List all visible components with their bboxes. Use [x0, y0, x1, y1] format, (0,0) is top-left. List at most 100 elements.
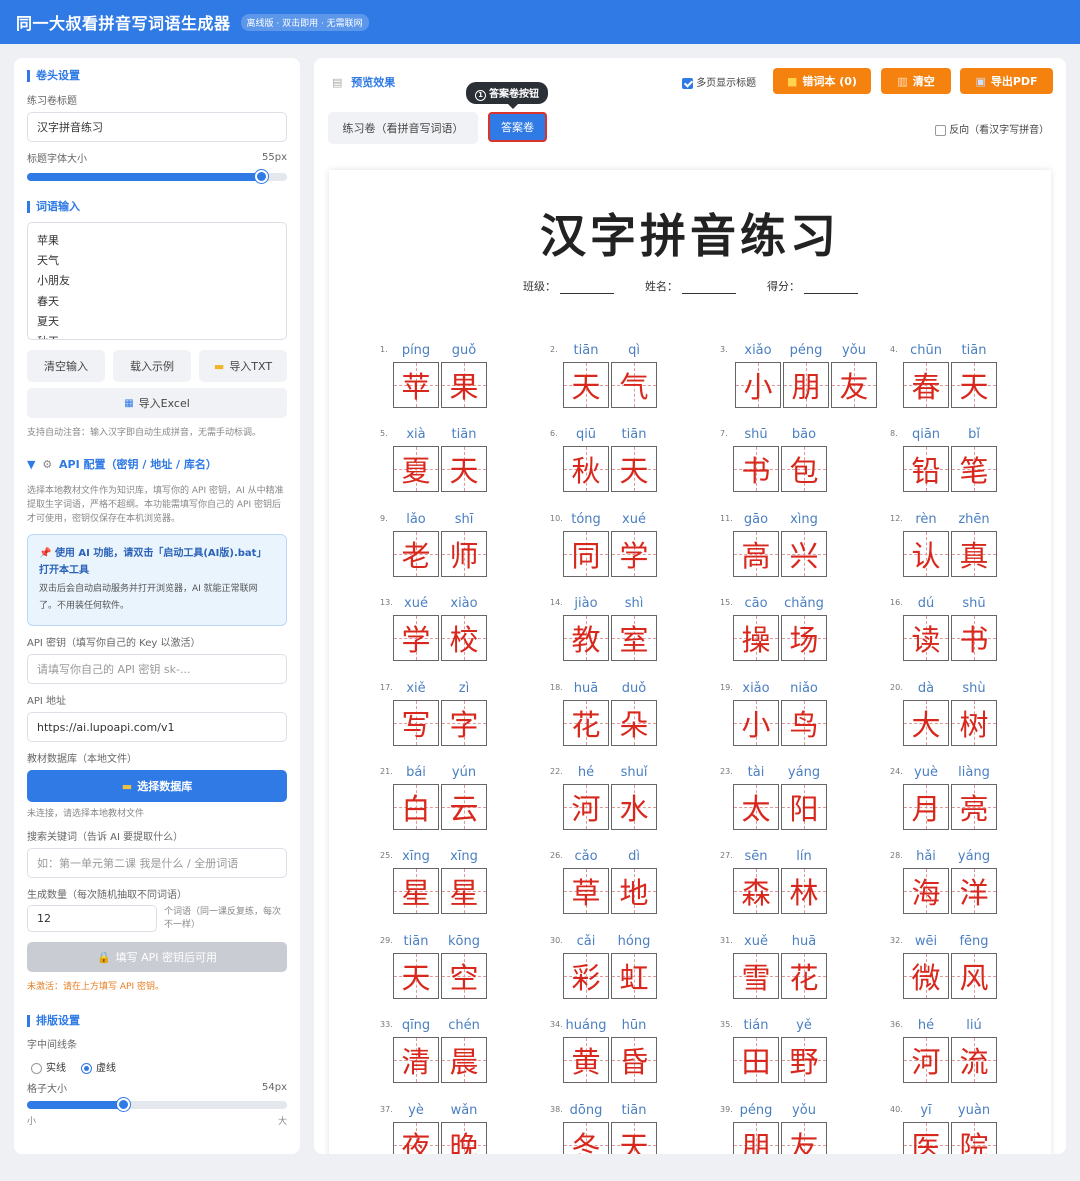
tianzige-box: 果 — [441, 362, 487, 408]
char-group: dú 读 shū 书 — [902, 593, 998, 662]
char-column: dú 读 — [902, 593, 950, 662]
tianzige-box: 场 — [781, 615, 827, 662]
hanzi-answer: 冬 — [571, 1129, 601, 1154]
pinyin-label: xīng — [450, 849, 478, 865]
char-column: xīng 星 — [392, 846, 440, 915]
load-example-button[interactable]: 载入示例 — [113, 350, 191, 382]
char-column: yún 云 — [440, 762, 488, 830]
slider-knob[interactable] — [117, 1098, 131, 1111]
pinyin-label: dà — [917, 680, 935, 696]
preview-title-label: 预览效果 — [351, 76, 396, 89]
char-group: xīng 星 xīng 星 — [392, 846, 488, 915]
word-number: 24. — [890, 766, 903, 776]
radio-dashed[interactable]: 虚线 — [81, 1059, 116, 1074]
clear-input-button[interactable]: 清空输入 — [27, 350, 105, 382]
tianzige-box: 空 — [441, 952, 487, 999]
pinyin-label: huā — [791, 933, 817, 949]
clear-preview-button[interactable]: ▥ 清空 — [881, 68, 951, 94]
radio-solid[interactable]: 实线 — [31, 1059, 66, 1074]
word-number: 25. — [380, 851, 393, 861]
pinyin-label: tài — [747, 764, 765, 780]
cell-size-slider[interactable] — [27, 1098, 287, 1111]
tianzige-box: 树 — [951, 699, 997, 746]
keyword-input[interactable]: 如：第一单元第二课 我是什么 / 全册词语 — [27, 848, 287, 878]
char-column: xià 夏 — [392, 424, 440, 493]
word-number: 35. — [720, 1020, 733, 1030]
export-pdf-button[interactable]: ▣ 导出PDF — [960, 68, 1053, 94]
api-config-toggle[interactable]: ▼ ⚙ API 配置（密钥 / 地址 / 库名） — [27, 456, 287, 472]
word-input-textarea[interactable]: 苹果天气小朋友春天夏天秋天 — [27, 222, 287, 340]
pinyin-label: cǎo — [574, 849, 598, 865]
pinyin-label: cāo — [744, 596, 768, 612]
app-header: 同一大叔看拼音写词语生成器 离线版 · 双击即用 · 无需联网 — [0, 0, 1080, 44]
api-key-input[interactable]: 请填写你自己的 API 密钥 sk-... — [27, 654, 287, 684]
paper-title-input[interactable]: 汉字拼音练习 — [27, 112, 287, 142]
pinyin-label: tiān — [403, 933, 429, 949]
pinyin-label: tiān — [621, 1102, 647, 1118]
word-item: 1. píng 苹 guǒ 果 — [376, 340, 546, 424]
line-style-label: 字中间线条 — [27, 1040, 77, 1051]
char-column: wǎn 晚 — [440, 1100, 488, 1154]
word-number: 22. — [550, 766, 563, 776]
pinyin-label: yuàn — [957, 1102, 991, 1118]
pinyin-label: gāo — [743, 511, 769, 527]
ai-tip-desc: 双击后会自动启动服务并打开浏览器，AI 就能正常联网了。不用装任何软件。 — [39, 584, 258, 611]
word-item: 25. xīng 星 xīng 星 — [376, 846, 546, 930]
char-column: yě 野 — [780, 1015, 828, 1084]
tianzige-box: 花 — [781, 952, 827, 999]
pinyin-label: xīng — [402, 849, 430, 865]
title-font-size-slider[interactable] — [27, 170, 287, 183]
pinyin-label: hūn — [621, 1018, 647, 1034]
ai-generate-button[interactable]: 🔒 填写 API 密钥后可用 — [27, 942, 287, 972]
char-column: sēn 森 — [732, 846, 780, 915]
tianzige-box: 天 — [611, 1121, 657, 1154]
reverse-mode-checkbox[interactable]: 反向（看汉字写拼音） — [935, 121, 1049, 136]
hanzi-answer: 兴 — [789, 538, 819, 573]
class-blank — [560, 293, 614, 294]
char-column: dà 大 — [902, 678, 950, 746]
word-item: 11. gāo 高 xìng 兴 — [716, 509, 886, 593]
tab-practice-sheet[interactable]: 练习卷（看拼音写词语） — [328, 112, 478, 144]
word-item: 6. qiū 秋 tiān 天 — [546, 424, 716, 508]
slider-knob[interactable] — [255, 170, 268, 183]
char-group: qiū 秋 tiān 天 — [562, 424, 658, 493]
char-column: huā 花 — [780, 931, 828, 999]
tianzige-box: 书 — [733, 446, 779, 493]
multi-page-title-checkbox[interactable]: 多页显示标题 — [682, 74, 756, 89]
pinyin-label: hé — [917, 1018, 935, 1034]
radio-circle — [31, 1062, 42, 1074]
hanzi-answer: 地 — [619, 876, 649, 911]
tianzige-box: 林 — [781, 868, 827, 915]
import-excel-button[interactable]: ▦ 导入Excel — [27, 388, 287, 418]
hanzi-answer: 夜 — [401, 1129, 431, 1154]
paper-title-label: 练习卷标题 — [27, 96, 77, 107]
tianzige-box: 河 — [903, 1037, 949, 1084]
hanzi-answer: 虹 — [619, 960, 649, 995]
tianzige-box: 校 — [441, 615, 487, 662]
char-column: yuè 月 — [902, 762, 950, 830]
tianzige-box: 朋 — [783, 362, 829, 408]
select-database-button[interactable]: ▬ 选择数据库 — [27, 770, 287, 802]
word-number: 13. — [380, 598, 393, 608]
char-group: jiào 教 shì 室 — [562, 593, 658, 662]
word-number: 11. — [720, 513, 733, 523]
printer-icon: ▣ — [975, 74, 986, 88]
api-url-input[interactable]: https://ai.lupoapi.com/v1 — [27, 712, 287, 742]
generate-count-input[interactable]: 12 — [27, 905, 157, 932]
word-number: 23. — [720, 766, 733, 776]
tianzige-box: 大 — [903, 699, 949, 746]
hanzi-answer: 秋 — [571, 454, 601, 489]
tab-answer-sheet[interactable]: 答案卷 — [488, 112, 547, 142]
hanzi-answer: 院 — [959, 1129, 989, 1154]
hanzi-answer: 洋 — [959, 876, 989, 911]
word-item: 13. xué 学 xiào 校 — [376, 593, 546, 677]
error-book-button[interactable]: ■ 错词本 (0) — [773, 68, 871, 94]
char-column: bái 白 — [392, 762, 440, 830]
char-column: gāo 高 — [732, 509, 780, 577]
word-number: 16. — [890, 598, 903, 608]
hanzi-answer: 室 — [619, 623, 649, 658]
hanzi-answer: 草 — [571, 876, 601, 911]
hanzi-answer: 气 — [619, 370, 649, 404]
hanzi-answer: 学 — [619, 538, 649, 573]
import-txt-button[interactable]: ▬ 导入TXT — [199, 350, 287, 382]
